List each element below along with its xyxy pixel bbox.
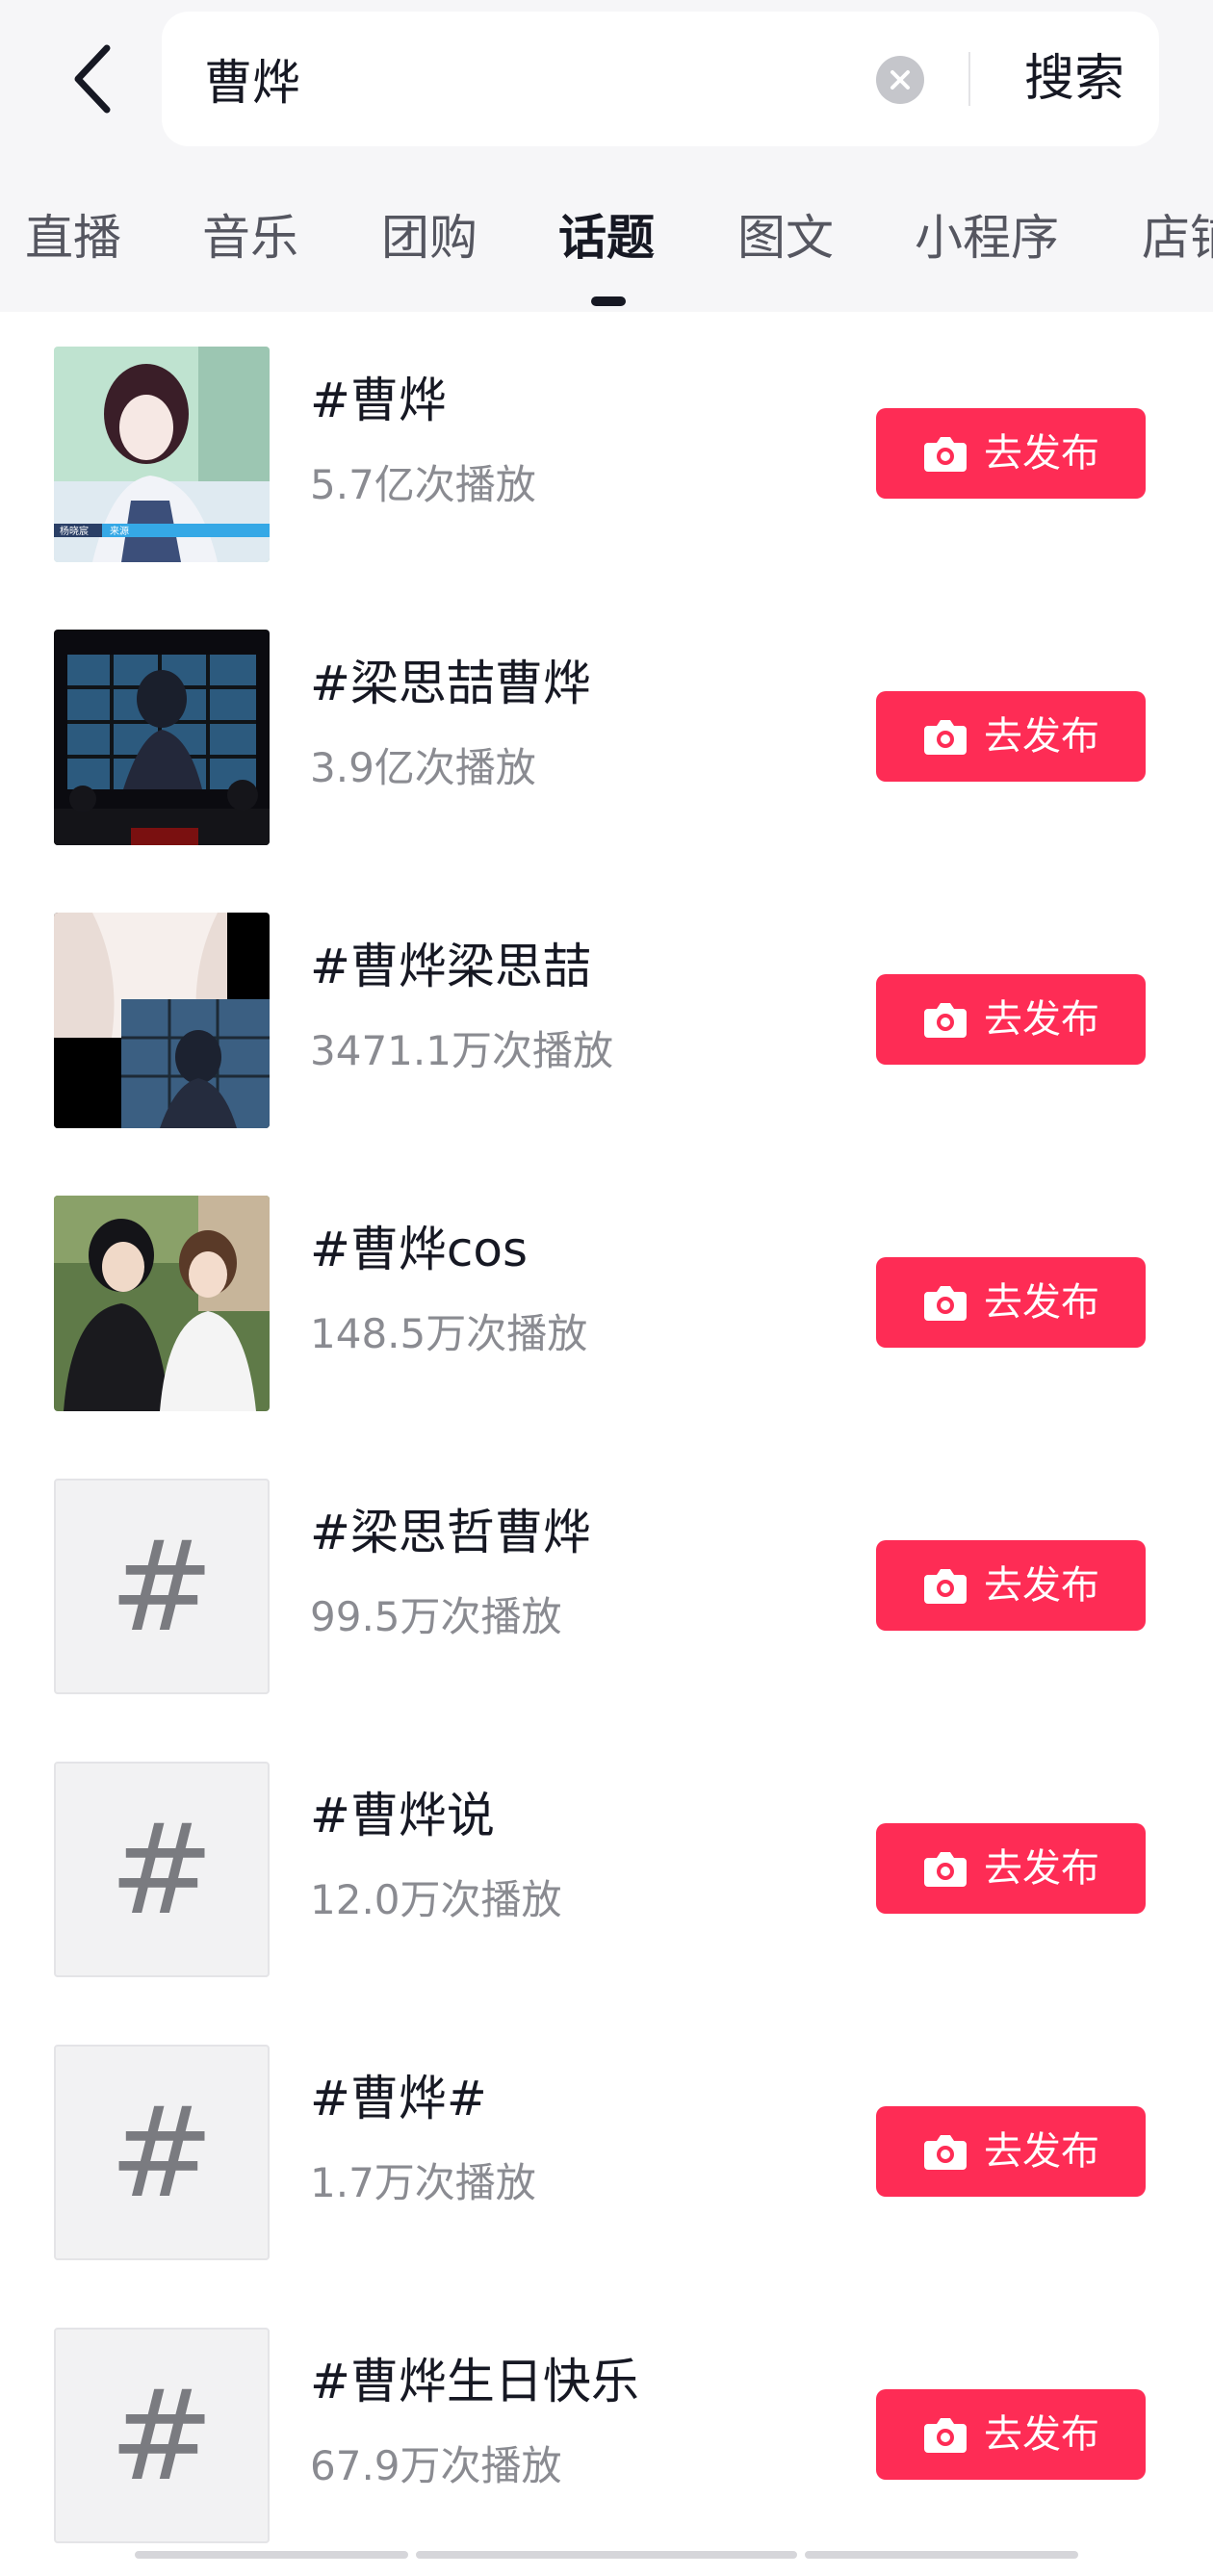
publish-button-label: 去发布 bbox=[984, 714, 1099, 759]
clear-search-button[interactable] bbox=[876, 56, 924, 104]
publish-button[interactable]: 去发布 bbox=[876, 2389, 1146, 2480]
topic-thumbnail bbox=[54, 1196, 270, 1411]
list-item[interactable]: 杨晓宸 来源 #曹烨 5.7亿次播放 去发布 bbox=[0, 312, 1213, 595]
publish-button[interactable]: 去发布 bbox=[876, 2106, 1146, 2197]
camera-icon bbox=[924, 437, 967, 472]
topic-play-count: 1.7万次播放 bbox=[310, 2159, 536, 2206]
publish-button-label: 去发布 bbox=[984, 2412, 1099, 2457]
header: 搜索 直播 音乐 团购 话题 图文 小程序 店铺 bbox=[0, 0, 1213, 312]
publish-button-label: 去发布 bbox=[984, 1280, 1099, 1325]
topic-play-count: 12.0万次播放 bbox=[310, 1876, 562, 1923]
thumbnail-image bbox=[54, 1196, 270, 1411]
publish-button[interactable]: 去发布 bbox=[876, 1257, 1146, 1348]
topic-title: #曹烨生日快乐 bbox=[310, 2354, 639, 2409]
scrollbar-segment bbox=[135, 2551, 408, 2559]
topic-list: 杨晓宸 来源 #曹烨 5.7亿次播放 去发布 #梁思喆曹烨 3.9亿次播放 去发… bbox=[0, 312, 1213, 2565]
thumbnail-image bbox=[54, 630, 270, 845]
camera-icon bbox=[924, 2135, 967, 2170]
tab-music[interactable]: 音乐 bbox=[202, 204, 298, 271]
publish-button[interactable]: 去发布 bbox=[876, 408, 1146, 499]
tab-mini-program[interactable]: 小程序 bbox=[915, 204, 1059, 271]
topic-thumbnail-placeholder: # bbox=[54, 2045, 270, 2260]
topic-title: #曹烨 bbox=[310, 373, 447, 428]
camera-icon bbox=[924, 1569, 967, 1604]
publish-button[interactable]: 去发布 bbox=[876, 691, 1146, 782]
list-item[interactable]: #梁思喆曹烨 3.9亿次播放 去发布 bbox=[0, 595, 1213, 878]
scrollbar-segment bbox=[416, 2551, 797, 2559]
topic-thumbnail bbox=[54, 913, 270, 1128]
hashtag-icon: # bbox=[109, 2362, 215, 2509]
clear-circle-icon bbox=[890, 70, 910, 90]
publish-button[interactable]: 去发布 bbox=[876, 974, 1146, 1065]
topic-play-count: 5.7亿次播放 bbox=[310, 461, 536, 508]
svg-text:杨晓宸: 杨晓宸 bbox=[60, 525, 89, 537]
active-tab-indicator bbox=[591, 296, 626, 306]
tab-shop[interactable]: 店铺 bbox=[1142, 204, 1213, 271]
publish-button[interactable]: 去发布 bbox=[876, 1823, 1146, 1914]
search-bar: 搜索 bbox=[162, 12, 1159, 146]
thumbnail-image bbox=[54, 913, 270, 1128]
tab-group-buy[interactable]: 团购 bbox=[381, 204, 477, 271]
topic-play-count: 99.5万次播放 bbox=[310, 1593, 562, 1640]
list-item[interactable]: # #曹烨# 1.7万次播放 去发布 bbox=[0, 2010, 1213, 2293]
search-input[interactable] bbox=[204, 37, 878, 121]
category-tabs: 直播 音乐 团购 话题 图文 小程序 店铺 bbox=[0, 193, 1213, 312]
hashtag-icon: # bbox=[109, 2079, 215, 2226]
tab-topics[interactable]: 话题 bbox=[558, 204, 655, 271]
topic-title: #梁思喆曹烨 bbox=[310, 656, 591, 711]
list-item[interactable]: # #曹烨说 12.0万次播放 去发布 bbox=[0, 1727, 1213, 2010]
topic-thumbnail: 杨晓宸 来源 bbox=[54, 347, 270, 562]
publish-button-label: 去发布 bbox=[984, 1846, 1099, 1891]
publish-button-label: 去发布 bbox=[984, 2129, 1099, 2174]
svg-text:来源: 来源 bbox=[110, 525, 129, 537]
camera-icon bbox=[924, 2418, 967, 2453]
tab-live[interactable]: 直播 bbox=[25, 204, 121, 271]
hashtag-icon: # bbox=[109, 1513, 215, 1660]
topic-title: #曹烨# bbox=[310, 2071, 487, 2126]
topic-thumbnail-placeholder: # bbox=[54, 1479, 270, 1694]
topic-thumbnail-placeholder: # bbox=[54, 2328, 270, 2543]
publish-button-label: 去发布 bbox=[984, 1563, 1099, 1608]
thumbnail-image: 杨晓宸 来源 bbox=[54, 347, 270, 562]
publish-button[interactable]: 去发布 bbox=[876, 1540, 1146, 1631]
topic-thumbnail-placeholder: # bbox=[54, 1762, 270, 1977]
publish-button-label: 去发布 bbox=[984, 997, 1099, 1042]
hashtag-icon: # bbox=[109, 1796, 215, 1943]
topic-thumbnail bbox=[54, 630, 270, 845]
search-divider bbox=[968, 52, 970, 106]
chevron-left-icon bbox=[74, 44, 111, 114]
camera-icon bbox=[924, 1852, 967, 1887]
camera-icon bbox=[924, 720, 967, 755]
back-button[interactable] bbox=[50, 35, 133, 123]
topic-play-count: 3471.1万次播放 bbox=[310, 1027, 613, 1074]
list-item[interactable]: # #曹烨生日快乐 67.9万次播放 去发布 bbox=[0, 2293, 1213, 2576]
camera-icon bbox=[924, 1286, 967, 1321]
publish-button-label: 去发布 bbox=[984, 431, 1099, 476]
list-item[interactable]: #曹烨梁思喆 3471.1万次播放 去发布 bbox=[0, 878, 1213, 1161]
topic-play-count: 148.5万次播放 bbox=[310, 1310, 588, 1357]
search-button[interactable]: 搜索 bbox=[1009, 40, 1140, 117]
topic-title: #曹烨cos bbox=[310, 1222, 529, 1277]
topic-title: #曹烨说 bbox=[310, 1788, 495, 1843]
camera-icon bbox=[924, 1003, 967, 1038]
topic-title: #梁思哲曹烨 bbox=[310, 1505, 591, 1560]
list-item[interactable]: #曹烨cos 148.5万次播放 去发布 bbox=[0, 1161, 1213, 1444]
topic-play-count: 3.9亿次播放 bbox=[310, 744, 536, 791]
scrollbar-segment bbox=[805, 2551, 1078, 2559]
topic-title: #曹烨梁思喆 bbox=[310, 939, 591, 994]
topic-play-count: 67.9万次播放 bbox=[310, 2442, 562, 2489]
list-item[interactable]: # #梁思哲曹烨 99.5万次播放 去发布 bbox=[0, 1444, 1213, 1727]
tab-image-text[interactable]: 图文 bbox=[737, 204, 834, 271]
